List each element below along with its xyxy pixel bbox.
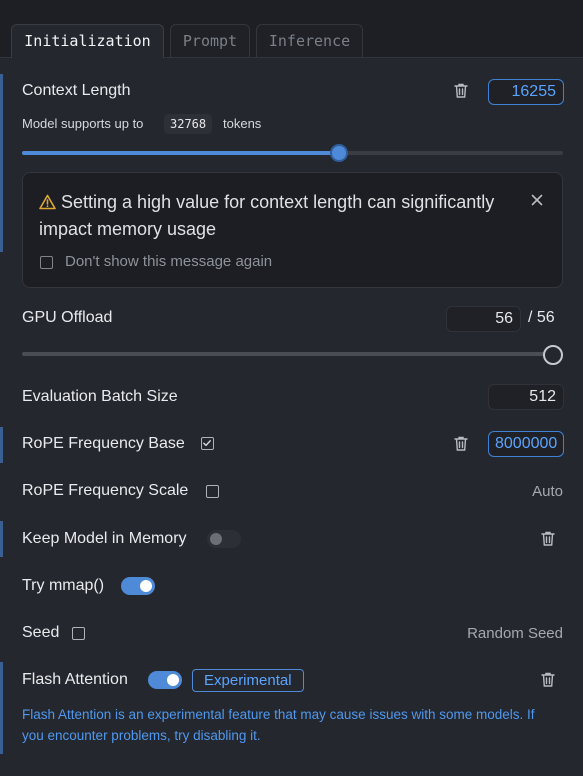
rope-base-checkbox[interactable] bbox=[201, 437, 214, 450]
toggle-knob bbox=[210, 533, 222, 545]
model-support-suffix: tokens bbox=[223, 116, 262, 131]
tab-bar: Initialization Prompt Inference bbox=[0, 0, 583, 58]
gpu-offload-max: / 56 bbox=[528, 309, 555, 326]
eval-batch-input[interactable]: 512 bbox=[488, 384, 564, 410]
modified-indicator bbox=[0, 662, 3, 754]
context-length-slider-fill bbox=[22, 151, 339, 155]
seed-value: Random Seed bbox=[467, 625, 563, 642]
checkmark-icon bbox=[203, 440, 211, 447]
mmap-label: Try mmap() bbox=[22, 577, 105, 594]
keep-in-memory-label: Keep Model in Memory bbox=[22, 530, 187, 547]
modified-indicator bbox=[0, 427, 3, 463]
close-icon[interactable] bbox=[531, 194, 543, 206]
context-length-slider-thumb[interactable] bbox=[330, 144, 348, 162]
modified-indicator bbox=[0, 521, 3, 557]
trash-icon[interactable] bbox=[453, 82, 469, 99]
trash-icon[interactable] bbox=[540, 530, 556, 547]
context-length-input[interactable]: 16255 bbox=[488, 79, 564, 105]
tab-prompt[interactable]: Prompt bbox=[170, 24, 250, 57]
flash-attention-note: Flash Attention is an experimental featu… bbox=[22, 707, 535, 743]
modified-indicator bbox=[0, 74, 3, 252]
eval-batch-label: Evaluation Batch Size bbox=[22, 388, 178, 405]
context-length-label: Context Length bbox=[22, 82, 131, 99]
tab-initialization[interactable]: Initialization bbox=[11, 24, 164, 58]
toggle-knob bbox=[167, 674, 179, 686]
tab-inference[interactable]: Inference bbox=[256, 24, 363, 57]
rope-scale-value: Auto bbox=[532, 483, 563, 500]
mmap-toggle[interactable] bbox=[121, 577, 155, 595]
toggle-knob bbox=[140, 580, 152, 592]
flash-attention-toggle[interactable] bbox=[148, 671, 182, 689]
rope-base-label: RoPE Frequency Base bbox=[22, 435, 185, 452]
dont-show-label: Don't show this message again bbox=[65, 253, 273, 270]
seed-label: Seed bbox=[22, 624, 60, 641]
dont-show-checkbox[interactable] bbox=[40, 256, 53, 269]
gpu-offload-label: GPU Offload bbox=[22, 309, 113, 326]
gpu-offload-slider-thumb[interactable] bbox=[543, 345, 563, 365]
model-support-prefix: Model supports up to bbox=[22, 116, 144, 131]
rope-scale-label: RoPE Frequency Scale bbox=[22, 482, 189, 499]
flash-attention-label: Flash Attention bbox=[22, 671, 128, 688]
seed-checkbox[interactable] bbox=[72, 627, 85, 640]
rope-scale-checkbox[interactable] bbox=[206, 485, 219, 498]
gpu-offload-input[interactable]: 56 bbox=[446, 306, 521, 332]
warning-callout: Setting a high value for context length … bbox=[22, 172, 563, 288]
experimental-badge: Experimental bbox=[192, 669, 304, 692]
gpu-offload-slider-track[interactable] bbox=[22, 352, 552, 356]
warning-message: Setting a high value for context length … bbox=[39, 192, 495, 239]
max-tokens-badge: 32768 bbox=[164, 114, 213, 134]
rope-base-input[interactable]: 8000000 bbox=[488, 431, 564, 457]
trash-icon[interactable] bbox=[453, 435, 469, 452]
keep-in-memory-toggle[interactable] bbox=[207, 530, 241, 548]
trash-icon[interactable] bbox=[540, 671, 556, 688]
